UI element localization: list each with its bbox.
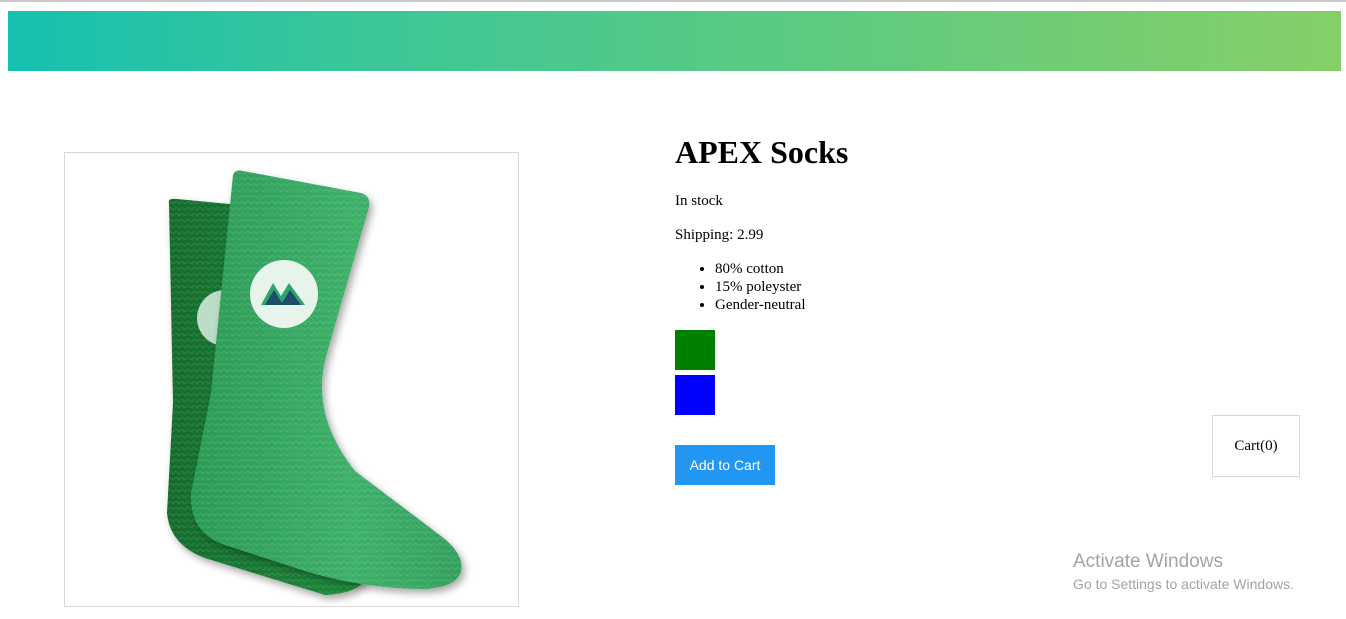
variant-swatch-green[interactable]: [675, 330, 715, 370]
detail-item: 15% poleyster: [715, 278, 805, 296]
watermark-title: Activate Windows: [1073, 551, 1223, 572]
product-image: [64, 152, 519, 607]
windows-activation-watermark: Activate Windows Go to Settings to activ…: [1073, 551, 1294, 593]
product-details-list: 80% cotton 15% poleyster Gender-neutral: [675, 260, 805, 314]
add-to-cart-button[interactable]: Add to Cart: [675, 445, 775, 485]
cart-indicator: Cart(0): [1212, 415, 1300, 477]
cart-label: Cart(0): [1234, 437, 1278, 454]
nav-bar: [8, 11, 1341, 71]
detail-item: 80% cotton: [715, 260, 805, 278]
product-title: APEX Socks: [675, 134, 849, 170]
green-socks-image: [167, 170, 462, 596]
detail-item: Gender-neutral: [715, 296, 805, 314]
watermark-subtitle: Go to Settings to activate Windows.: [1073, 576, 1294, 592]
stock-status: In stock: [675, 193, 723, 209]
shipping-cost: Shipping: 2.99: [675, 227, 764, 243]
variant-swatch-blue[interactable]: [675, 375, 715, 415]
browser-top-border: [0, 0, 1346, 2]
